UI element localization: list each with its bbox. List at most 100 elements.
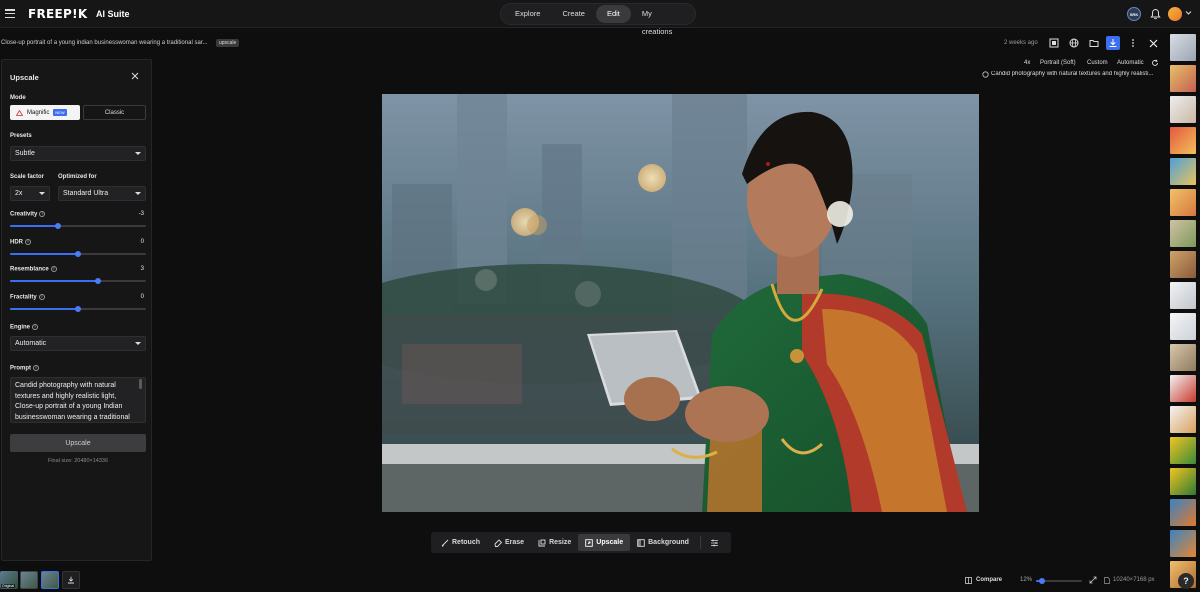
chevron-down-icon — [39, 192, 45, 195]
history-thumbnail[interactable] — [1170, 158, 1196, 185]
creativity-slider[interactable] — [10, 223, 146, 229]
original-thumbnail[interactable]: Original — [0, 571, 18, 589]
chevron-down-icon[interactable] — [1185, 10, 1192, 18]
optimized-for-select[interactable]: Standard Ultra — [58, 186, 146, 201]
compare-view-icon[interactable] — [1047, 36, 1061, 50]
download-icon — [1109, 39, 1117, 47]
mode-classic-label: Classic — [104, 109, 125, 116]
history-thumbnail[interactable] — [1170, 282, 1196, 309]
menu-icon[interactable] — [5, 9, 15, 18]
close-icon[interactable] — [1146, 36, 1160, 50]
main-image[interactable] — [382, 94, 979, 512]
tool-erase[interactable]: Erase — [487, 534, 531, 551]
brush-icon — [441, 539, 449, 546]
history-thumbnail[interactable] — [1170, 406, 1196, 433]
download-all-button[interactable] — [62, 571, 80, 589]
history-thumbnail[interactable] — [1170, 468, 1196, 495]
help-icon[interactable]: ? — [50, 266, 57, 272]
history-thumbnail[interactable] — [1170, 251, 1196, 278]
globe-icon[interactable] — [1067, 36, 1081, 50]
timestamp: 2 weeks ago — [1004, 40, 1038, 46]
history-thumbnail[interactable] — [1170, 189, 1196, 216]
hdr-slider[interactable] — [10, 251, 146, 257]
user-avatar[interactable] — [1168, 7, 1182, 21]
mode-label: Mode — [10, 95, 26, 101]
engine-select[interactable]: Automatic — [10, 336, 146, 351]
fractality-slider-handle[interactable] — [75, 306, 81, 312]
bell-icon[interactable] — [1150, 8, 1161, 22]
version-thumbnail[interactable] — [20, 571, 38, 589]
meta-scale: 4x — [1024, 60, 1031, 66]
nav-explore[interactable]: Explore — [504, 5, 551, 23]
history-thumbnail[interactable] — [1170, 344, 1196, 371]
background-icon — [637, 538, 645, 547]
meta-prompt: Candid photography with natural textures… — [991, 71, 1154, 77]
meta-custom: Custom — [1087, 60, 1108, 66]
nav-edit[interactable]: Edit — [595, 5, 631, 23]
tool-upscale[interactable]: Upscale — [578, 534, 631, 551]
nav-create[interactable]: Create — [551, 5, 596, 23]
history-thumbnail[interactable] — [1170, 530, 1196, 557]
presets-value: Subtle — [15, 150, 35, 157]
panel-title: Upscale — [10, 73, 39, 82]
help-icon[interactable]: ? — [25, 239, 31, 245]
help-icon[interactable]: ? — [32, 324, 39, 330]
resize-icon — [538, 539, 546, 546]
resemblance-slider-handle[interactable] — [95, 278, 102, 284]
prompt-scrollbar[interactable] — [139, 379, 142, 389]
refresh-icon[interactable] — [1151, 59, 1159, 69]
help-icon[interactable]: ? — [39, 211, 46, 217]
hdr-slider-fill — [10, 253, 78, 255]
history-thumbnail[interactable] — [1170, 34, 1196, 61]
history-thumbnail[interactable] — [1170, 437, 1196, 464]
team-avatar[interactable]: SRK — [1127, 7, 1141, 21]
image-size-icon — [1104, 577, 1110, 586]
mode-magnific-button[interactable]: Magnific NEW — [10, 105, 80, 120]
help-icon[interactable]: ? — [38, 294, 45, 300]
download-icon — [68, 576, 74, 584]
tool-retouch[interactable]: Retouch — [434, 534, 487, 551]
tool-background[interactable]: Background — [630, 534, 696, 551]
engine-value: Automatic — [15, 340, 47, 347]
download-button[interactable] — [1106, 36, 1120, 50]
compare-icon[interactable] — [965, 577, 972, 586]
help-icon[interactable]: ? — [33, 365, 39, 371]
tool-resize[interactable]: Resize — [531, 534, 578, 551]
chevron-down-icon — [135, 192, 141, 195]
hdr-label: HDR? — [10, 239, 31, 246]
prompt-icon — [982, 71, 989, 80]
folder-icon[interactable] — [1087, 36, 1101, 50]
upscale-button[interactable]: Upscale — [10, 434, 146, 452]
mode-classic-button[interactable]: Classic — [83, 105, 146, 120]
more-options-icon[interactable] — [1126, 36, 1140, 50]
nav-my-creations[interactable]: My creations — [631, 5, 692, 36]
prompt-textarea[interactable]: Candid photography with natural textures… — [10, 377, 146, 423]
history-thumbnail[interactable] — [1170, 313, 1196, 340]
history-thumbnail[interactable] — [1170, 499, 1196, 526]
resemblance-slider[interactable] — [10, 278, 146, 284]
scale-factor-label: Scale factor — [10, 174, 45, 180]
history-thumbnail[interactable] — [1170, 220, 1196, 247]
presets-select[interactable]: Subtle — [10, 146, 146, 161]
zoom-slider-handle[interactable] — [1038, 578, 1045, 584]
adjustments-button[interactable] — [705, 534, 724, 551]
history-thumbnail[interactable] — [1170, 65, 1196, 92]
zoom-slider[interactable] — [1036, 578, 1082, 584]
upscale-icon — [585, 538, 594, 547]
sliders-icon — [710, 539, 718, 546]
version-thumbnail-selected[interactable] — [41, 571, 59, 589]
creativity-slider-handle[interactable] — [54, 223, 61, 229]
hdr-slider-handle[interactable] — [75, 251, 81, 257]
hdr-value: 0 — [140, 239, 144, 245]
history-thumbnail[interactable] — [1170, 96, 1196, 123]
history-thumbnail[interactable] — [1170, 127, 1196, 154]
close-panel-icon[interactable] — [131, 72, 139, 82]
brand-logo[interactable]: FREEP!K — [28, 7, 88, 21]
fractality-slider[interactable] — [10, 306, 146, 312]
compare-button[interactable]: Compare — [976, 577, 1002, 583]
help-button[interactable]: ? — [1178, 573, 1194, 589]
scale-factor-select[interactable]: 2x — [10, 186, 50, 201]
fractality-label: Fractality? — [10, 294, 45, 301]
expand-icon[interactable] — [1089, 576, 1097, 586]
history-thumbnail[interactable] — [1170, 375, 1196, 402]
